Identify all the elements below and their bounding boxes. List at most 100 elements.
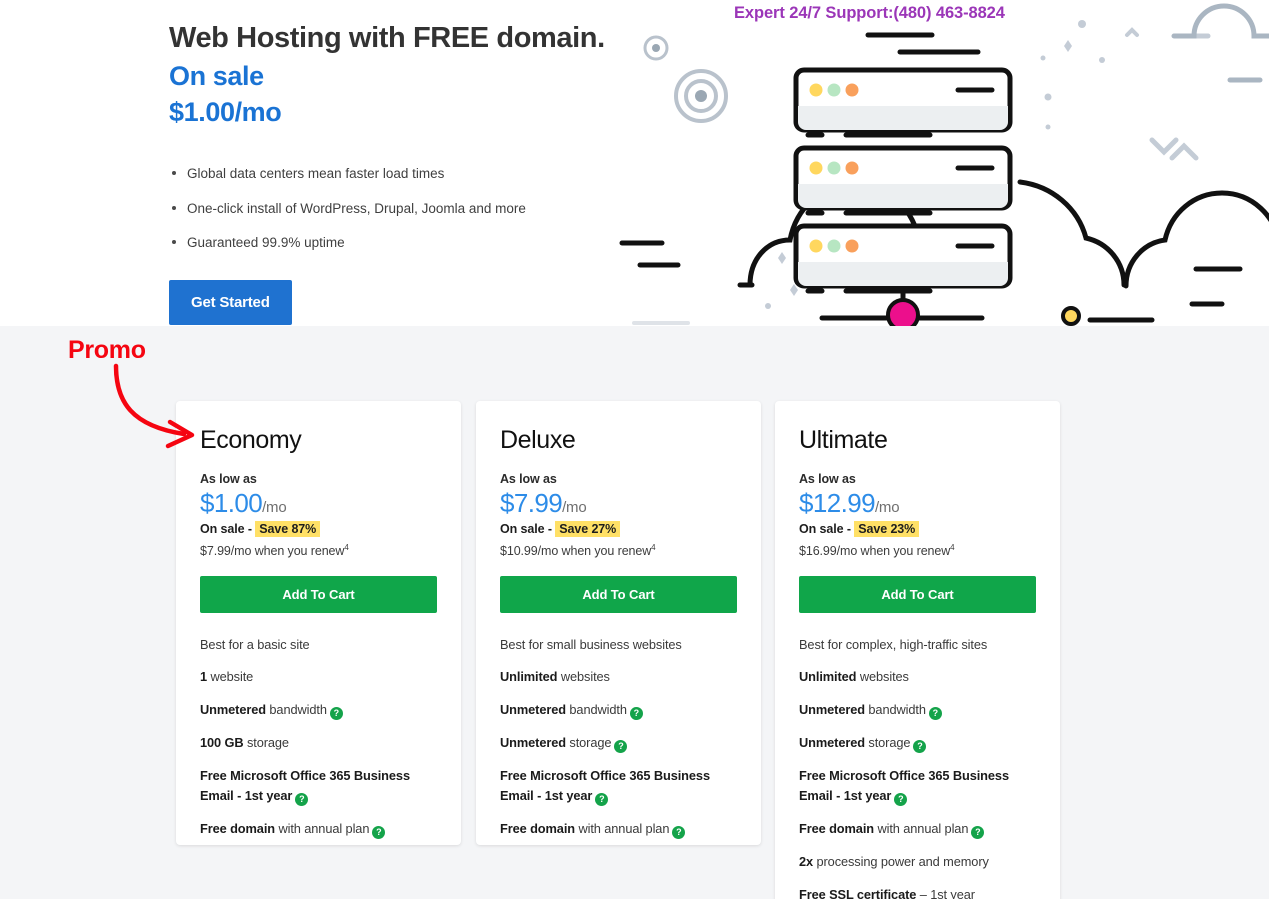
plan-feature-item: Free domain with annual plan? bbox=[200, 819, 437, 839]
plan-card-ultimate: Ultimate As low as $12.99/mo On sale - Save… bbox=[775, 401, 1060, 899]
plan-feature-item: Unlimited websites bbox=[500, 667, 737, 687]
hero-benefit-item: Guaranteed 99.9% uptime bbox=[169, 234, 639, 252]
plan-feature-item: Best for small business websites bbox=[500, 635, 737, 655]
hero-title: Web Hosting with FREE domain. bbox=[169, 22, 605, 54]
plan-title: Economy bbox=[200, 426, 302, 454]
renewal-price-value: $16.99/mo when you renew bbox=[799, 543, 951, 558]
feature-highlight: Free domain bbox=[500, 821, 575, 837]
question-mark-icon[interactable]: ? bbox=[971, 826, 985, 840]
on-sale-row: On sale - Save 23% bbox=[799, 520, 1036, 537]
plan-feature-item: Unmetered storage? bbox=[500, 733, 737, 754]
plan-feature-item: 100 GB storage bbox=[200, 733, 437, 753]
add-to-cart-button[interactable]: Add To Cart bbox=[799, 575, 1036, 613]
plan-card-deluxe: Deluxe As low as $7.99/mo On sale - Save 27… bbox=[476, 401, 761, 845]
feature-text: storage bbox=[864, 735, 911, 751]
page-root: Expert 24/7 Support:(480) 463-8824 Web H… bbox=[0, 0, 1269, 899]
feature-text: storage bbox=[565, 735, 612, 751]
get-started-button[interactable]: Get Started bbox=[169, 279, 292, 325]
on-sale-prefix: On sale - bbox=[500, 521, 556, 536]
plan-feature-item: Unlimited websites bbox=[799, 667, 1036, 687]
feature-text: processing power and memory bbox=[813, 854, 989, 870]
plan-feature-item: Free SSL certificate – 1st year (restric… bbox=[799, 885, 1036, 899]
plan-feature-item: Unmetered bandwidth? bbox=[500, 700, 737, 721]
plan-feature-list: Best for complex, high-traffic sites Unli… bbox=[799, 635, 1036, 899]
feature-text: bandwidth bbox=[565, 702, 627, 718]
on-sale-prefix: On sale - bbox=[200, 521, 256, 536]
plan-feature-item: Best for complex, high-traffic sites bbox=[799, 635, 1036, 655]
renewal-price-value: $7.99/mo when you renew bbox=[200, 543, 345, 558]
feature-text: storage bbox=[243, 735, 289, 751]
question-mark-icon[interactable]: ? bbox=[595, 793, 609, 807]
hero-benefit-item: One-click install of WordPress, Drupal, … bbox=[169, 200, 639, 218]
hero-copy: Web Hosting with FREE domain. On sale $1… bbox=[169, 20, 639, 325]
save-badge: Save 27% bbox=[555, 520, 621, 537]
question-mark-icon[interactable]: ? bbox=[372, 825, 386, 839]
hero-subtitle-line1: On sale bbox=[169, 60, 264, 91]
question-mark-icon[interactable]: ? bbox=[614, 740, 628, 754]
feature-text: with annual plan bbox=[874, 821, 969, 837]
renewal-footnote-marker: 4 bbox=[651, 542, 656, 552]
renewal-footnote-marker: 4 bbox=[950, 542, 955, 552]
plan-price-unit: /mo bbox=[874, 498, 900, 516]
add-to-cart-button[interactable]: Add To Cart bbox=[200, 575, 437, 613]
question-mark-icon[interactable]: ? bbox=[295, 792, 309, 806]
feature-text: bandwidth bbox=[864, 702, 926, 718]
hero-benefit-item: Global data centers mean faster load tim… bbox=[169, 165, 639, 183]
plan-price-unit: /mo bbox=[562, 498, 587, 516]
feature-text: websites bbox=[856, 669, 909, 685]
feature-text: Best for complex, high-traffic sites bbox=[799, 636, 988, 652]
feature-highlight: Free domain bbox=[200, 820, 275, 836]
feature-highlight: Free SSL certificate bbox=[799, 886, 917, 899]
plan-feature-item: Unmetered bandwidth? bbox=[799, 700, 1036, 721]
plan-feature-item: Free Microsoft Office 365 Business Email… bbox=[799, 766, 1036, 807]
plan-feature-list: Best for small business websites Unlimite… bbox=[500, 635, 737, 840]
save-badge: Save 87% bbox=[255, 520, 321, 537]
renewal-price-text: $10.99/mo when you renew4 bbox=[500, 543, 737, 558]
feature-highlight: 100 GB bbox=[200, 735, 244, 751]
question-mark-icon[interactable]: ? bbox=[672, 826, 686, 840]
renewal-footnote-marker: 4 bbox=[344, 542, 349, 552]
plan-title: Deluxe bbox=[500, 426, 576, 454]
feature-highlight: 2x bbox=[799, 854, 814, 870]
feature-text: bandwidth bbox=[265, 702, 327, 718]
on-sale-row: On sale - Save 87% bbox=[200, 520, 437, 537]
plan-feature-item: Best for a basic site bbox=[200, 635, 437, 655]
plan-feature-item: Unmetered storage? bbox=[799, 733, 1036, 754]
feature-highlight: Unmetered bbox=[799, 735, 865, 751]
hero-subtitle-line2: $1.00/mo bbox=[169, 97, 282, 128]
feature-text: Best for a basic site bbox=[200, 636, 310, 652]
feature-highlight: Unlimited bbox=[500, 669, 558, 685]
renewal-price-text: $16.99/mo when you renew4 bbox=[799, 543, 1036, 558]
plan-feature-item: 1 website bbox=[200, 667, 437, 687]
question-mark-icon[interactable]: ? bbox=[913, 740, 927, 754]
on-sale-prefix: On sale - bbox=[799, 521, 855, 536]
hero-banner: Expert 24/7 Support:(480) 463-8824 Web H… bbox=[0, 0, 1269, 326]
question-mark-icon[interactable]: ? bbox=[894, 793, 908, 807]
question-mark-icon[interactable]: ? bbox=[928, 707, 942, 721]
question-mark-icon[interactable]: ? bbox=[629, 707, 643, 721]
feature-text: with annual plan bbox=[575, 821, 670, 837]
hero-benefit-list: Global data centers mean faster load tim… bbox=[169, 165, 639, 252]
plan-price-row: $7.99/mo bbox=[500, 490, 737, 516]
plan-card-economy: Economy As low as $1.00/mo On sale - Save 8… bbox=[176, 401, 461, 845]
renewal-price-text: $7.99/mo when you renew4 bbox=[200, 543, 437, 558]
feature-highlight: 1 bbox=[200, 669, 208, 685]
feature-text: websites bbox=[557, 669, 610, 685]
plan-feature-list: Best for a basic site 1 website Unmetered … bbox=[200, 635, 437, 839]
plan-price-unit: /mo bbox=[262, 498, 287, 516]
plan-price-row: $12.99/mo bbox=[799, 490, 1036, 516]
feature-highlight: Unmetered bbox=[799, 702, 865, 718]
feature-text: website bbox=[207, 669, 254, 685]
plan-price-amount: $7.99 bbox=[500, 487, 563, 518]
plan-feature-item: Free domain with annual plan? bbox=[500, 819, 737, 840]
add-to-cart-button[interactable]: Add To Cart bbox=[500, 575, 737, 613]
feature-highlight: Free domain bbox=[799, 821, 874, 837]
feature-highlight: Unmetered bbox=[200, 702, 266, 718]
question-mark-icon[interactable]: ? bbox=[329, 707, 343, 721]
on-sale-row: On sale - Save 27% bbox=[500, 520, 737, 537]
save-badge: Save 23% bbox=[854, 520, 920, 537]
plan-price-amount: $1.00 bbox=[200, 487, 263, 518]
plan-feature-item: Unmetered bandwidth? bbox=[200, 700, 437, 721]
plan-feature-item: Free Microsoft Office 365 Business Email… bbox=[200, 766, 437, 806]
feature-text: with annual plan bbox=[275, 820, 370, 836]
